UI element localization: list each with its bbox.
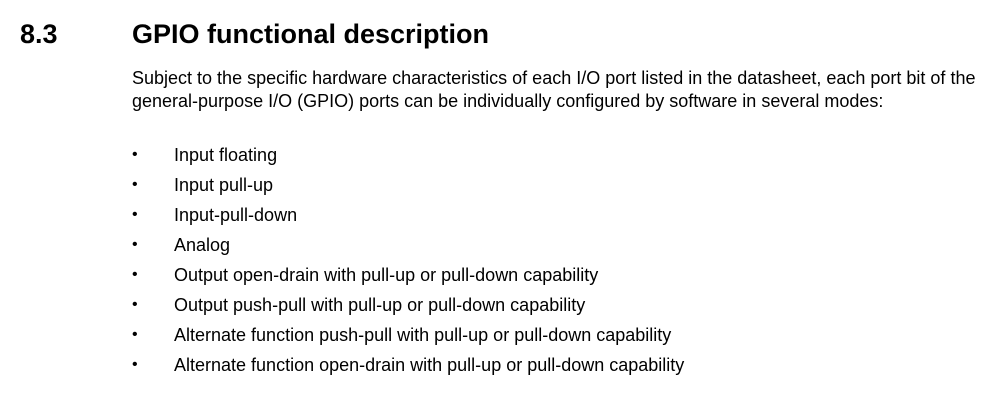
- mode-label: Input pull-up: [174, 175, 274, 195]
- list-item: • Output open-drain with pull-up or pull…: [0, 263, 1007, 293]
- bullet-icon: •: [132, 206, 138, 223]
- list-item: • Analog: [0, 233, 1007, 263]
- list-item: • Input-pull-down: [0, 203, 1007, 233]
- mode-label: Input-pull-down: [174, 205, 298, 225]
- bullet-icon: •: [132, 236, 138, 253]
- list-item: • Alternate function open-drain with pul…: [0, 353, 1007, 383]
- bullet-icon: •: [132, 266, 138, 283]
- mode-label: Output push-pull with pull-up or pull-do…: [174, 295, 586, 315]
- bullet-icon: •: [132, 356, 138, 373]
- list-item: • Output push-pull with pull-up or pull-…: [0, 293, 1007, 323]
- list-item: • Alternate function push-pull with pull…: [0, 323, 1007, 353]
- bullet-icon: •: [132, 326, 138, 343]
- gpio-modes-list: • Input floating • Input pull-up • Input…: [0, 143, 1007, 383]
- list-item: • Input pull-up: [0, 173, 1007, 203]
- mode-label: Alternate function push-pull with pull-u…: [174, 325, 672, 345]
- mode-label: Analog: [174, 235, 231, 255]
- intro-paragraph: Subject to the specific hardware charact…: [132, 68, 976, 111]
- mode-label: Alternate function open-drain with pull-…: [174, 355, 685, 375]
- section-header: 8.3 GPIO functional description: [0, 0, 1007, 60]
- bullet-icon: •: [132, 146, 138, 163]
- mode-label: Output open-drain with pull-up or pull-d…: [174, 265, 599, 285]
- mode-label: Input floating: [174, 145, 278, 165]
- list-item: • Input floating: [0, 143, 1007, 173]
- section-number: 8.3: [20, 19, 58, 49]
- bullet-icon: •: [132, 296, 138, 313]
- section-title: GPIO functional description: [132, 19, 490, 49]
- bullet-icon: •: [132, 176, 138, 193]
